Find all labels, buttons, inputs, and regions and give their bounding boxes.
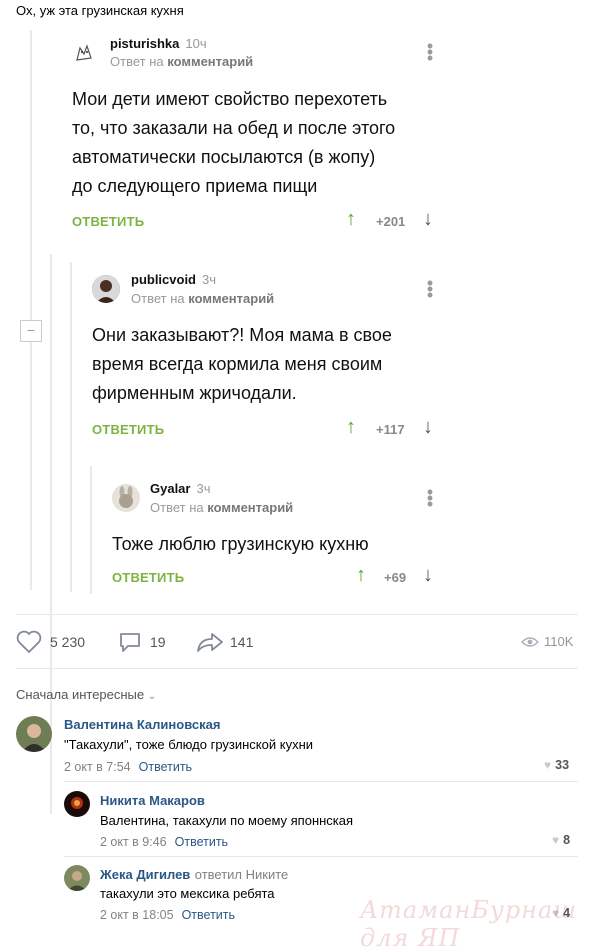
collapse-thread-button[interactable]: − [20,320,42,342]
downvote-arrow-icon[interactable]: ↓ [423,564,433,587]
comment-text: такахули это мексика ребята [100,886,275,901]
share-count: 141 [230,634,254,650]
chevron-down-icon: ⌄ [147,691,157,702]
reply-target-link[interactable]: комментарий [188,291,274,306]
comment-date[interactable]: 2 окт в 18:05 [100,908,174,922]
post-title: Ох, уж эта грузинская кухня [16,3,184,18]
answer-link[interactable]: Ответить [175,835,228,849]
comment-text: Мои дети имеют свойство перехотеть то, ч… [72,89,396,196]
upvote-arrow-icon[interactable]: ↑ [346,416,356,439]
thread-rail-3[interactable] [70,262,72,592]
comment-date[interactable]: 2 окт в 7:54 [64,760,131,774]
watermark: АтаманБурнаш для ЯП [360,896,578,952]
heart-icon: ♥ [544,758,552,772]
reply-button[interactable]: ОТВЕТИТЬ [92,422,164,437]
comment-time: 3ч [202,272,217,287]
replied-to[interactable]: ответил Никите [195,867,289,882]
divider [16,614,578,615]
reply-note: Ответ на комментарий [150,500,294,515]
avatar[interactable] [16,716,52,752]
heart-icon [16,630,42,654]
thread-rail-1[interactable] [30,30,32,590]
avatar[interactable] [112,484,140,512]
more-options-icon[interactable]: • • • [426,274,434,304]
view-count: 110K [544,634,574,649]
commenter-name[interactable]: Никита Макаров [100,793,205,808]
avatar[interactable] [72,40,98,66]
answer-link[interactable]: Ответить [182,908,235,922]
comment-author[interactable]: pisturishka [110,36,179,51]
divider [64,856,578,857]
eye-icon [521,636,539,647]
reply-button[interactable]: ОТВЕТИТЬ [112,570,184,585]
thread-rail-4[interactable] [90,466,92,594]
comment-score: +201 [376,214,406,229]
comment-like[interactable]: ♥ 33 [544,758,569,772]
comment-text: Тоже люблю грузинскую кухню [112,534,369,554]
comment-button[interactable]: 19 [118,630,166,654]
comment-like[interactable]: ♥ 8 [552,833,570,847]
sort-dropdown[interactable]: Сначала интересные ⌄ [16,687,156,702]
divider [64,781,578,782]
heart-icon: ♥ [552,833,560,847]
comment-author[interactable]: publicvoid [131,272,196,287]
answer-link[interactable]: Ответить [139,760,192,774]
like-button[interactable]: 5 230 [16,630,85,654]
commenter-name[interactable]: Жека Дигилев [100,867,190,882]
avatar[interactable] [64,791,90,817]
avatar[interactable] [92,275,120,303]
share-icon [197,633,223,652]
comment-time: 10ч [185,36,207,51]
share-button[interactable]: 141 [196,630,253,654]
downvote-arrow-icon[interactable]: ↓ [423,208,433,231]
comment-text: Валентина, такахули по моему японнская [100,813,354,828]
views: 110K [521,634,573,649]
divider [16,668,578,669]
comment-icon [120,633,140,652]
comment-author[interactable]: Gyalar [150,481,190,496]
commenter-name[interactable]: Валентина Калиновская [64,717,220,732]
reply-note: Ответ на комментарий [110,54,254,69]
reply-target-link[interactable]: комментарий [207,500,293,515]
comment-time: 3ч [196,481,211,496]
comment-text: Они заказывают?! Моя мама в свое время в… [92,325,392,403]
comment-score: +117 [376,422,405,437]
more-options-icon[interactable]: • • • [426,483,434,513]
like-count: 5 230 [50,634,86,650]
reply-button[interactable]: ОТВЕТИТЬ [72,214,144,229]
downvote-arrow-icon[interactable]: ↓ [423,416,433,439]
reply-target-link[interactable]: комментарий [167,54,253,69]
comment-text: "Такахули", тоже блюдо грузинской кухни [64,737,314,752]
comment-score: +69 [384,570,407,585]
comment-count: 19 [150,634,166,650]
avatar[interactable] [64,865,90,891]
upvote-arrow-icon[interactable]: ↑ [356,564,366,587]
more-options-icon[interactable]: • • • [426,37,434,67]
comment-date[interactable]: 2 окт в 9:46 [100,835,167,849]
upvote-arrow-icon[interactable]: ↑ [346,208,356,231]
reply-note: Ответ на комментарий [131,291,275,306]
